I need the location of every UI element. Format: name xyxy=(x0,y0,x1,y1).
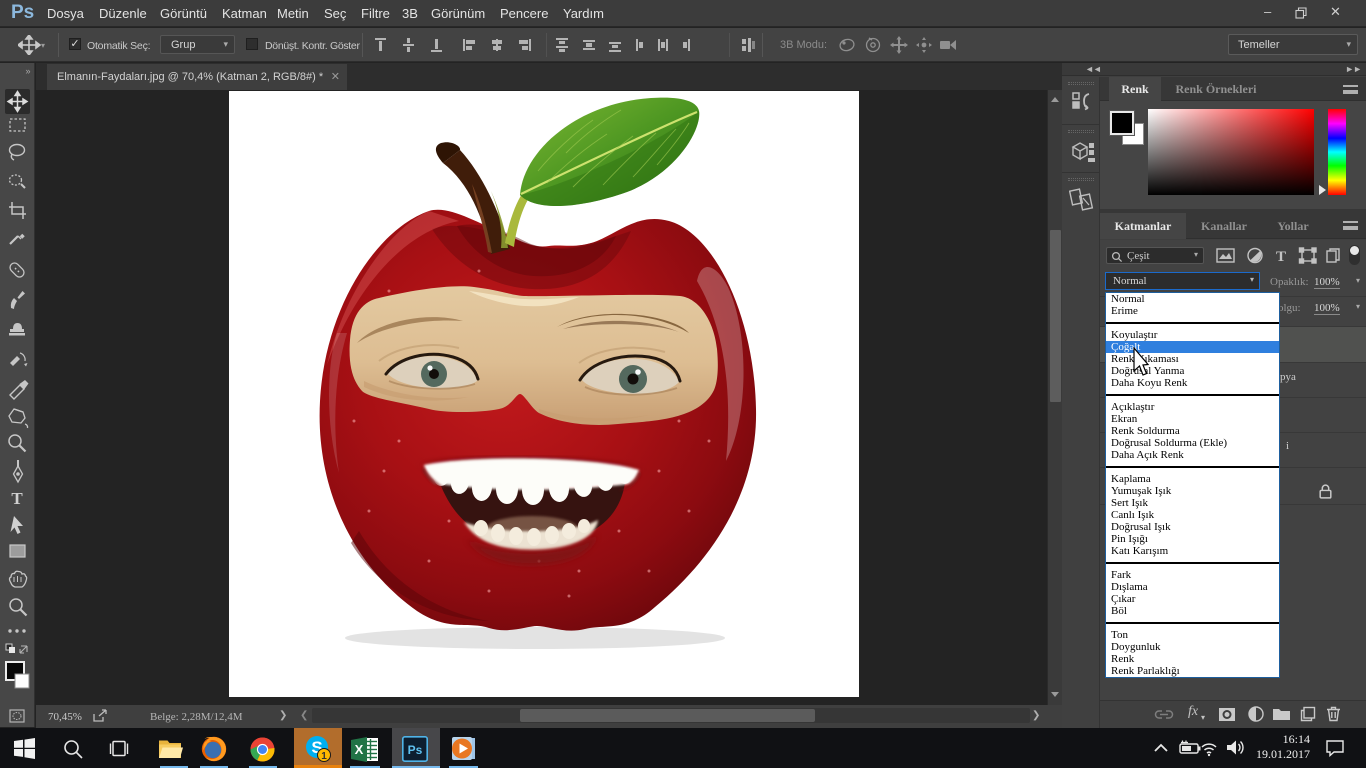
svg-text:T: T xyxy=(1276,249,1286,265)
svg-text:T: T xyxy=(11,489,23,508)
svg-text:1: 1 xyxy=(321,751,327,762)
svg-text:Ps: Ps xyxy=(408,743,423,757)
svg-text:»: » xyxy=(25,66,30,76)
svg-text:X: X xyxy=(355,742,364,757)
